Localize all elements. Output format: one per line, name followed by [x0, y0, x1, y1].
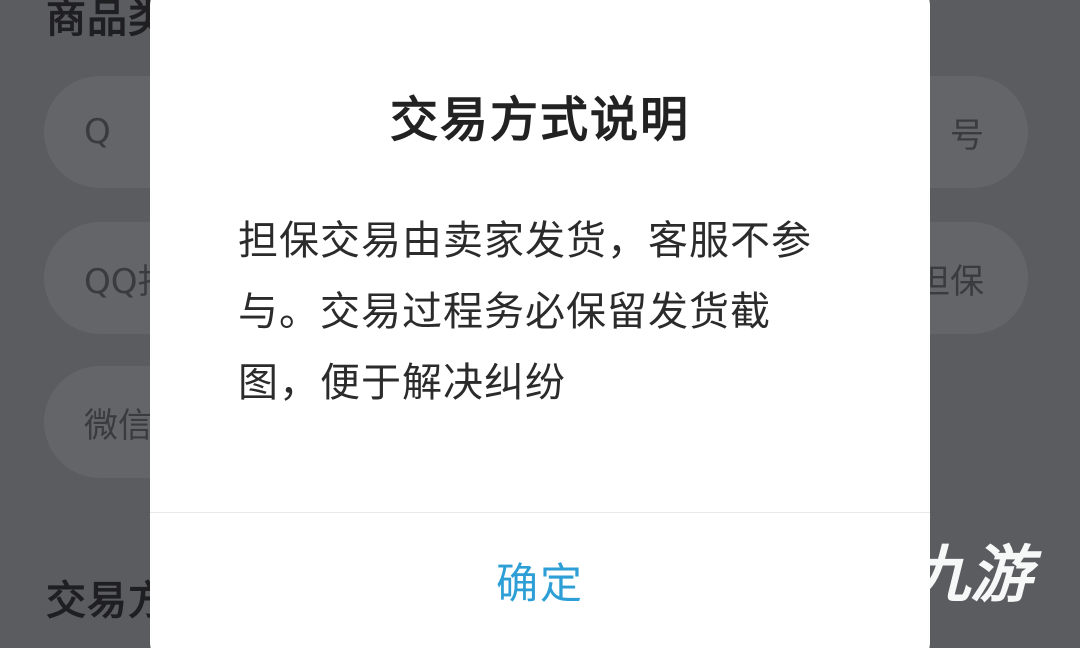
trade-method-dialog: 交易方式说明 担保交易由卖家发货，客服不参与。交易过程务必保留发货截图，便于解决… [150, 0, 930, 648]
chip-label: 号 [950, 115, 984, 156]
dialog-body-text: 担保交易由卖家发货，客服不参与。交易过程务必保留发货截图，便于解决纠纷 [238, 218, 812, 406]
chip-label: 微信 [84, 405, 152, 446]
confirm-button[interactable]: 确定 [150, 513, 930, 648]
dialog-title: 交易方式说明 [389, 92, 690, 148]
chip-label: Q [84, 112, 111, 152]
